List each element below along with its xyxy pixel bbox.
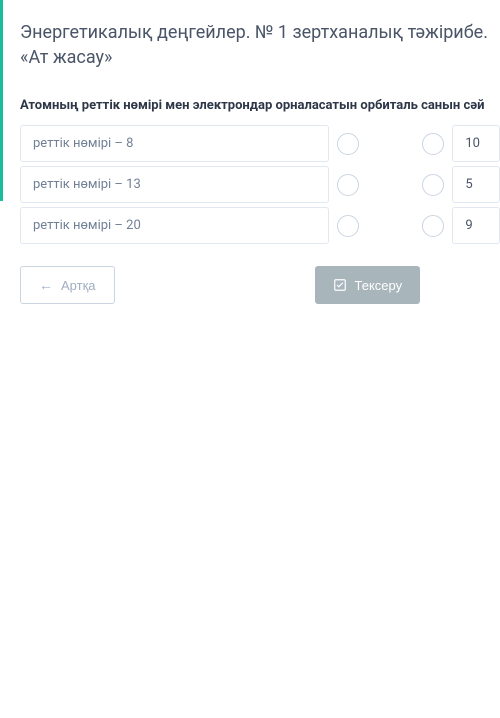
right-radio[interactable] [422,133,444,155]
left-option-box[interactable]: реттік нөмірі – 13 [20,166,329,203]
left-radio[interactable] [337,215,359,237]
left-radio[interactable] [337,133,359,155]
left-radio[interactable] [337,174,359,196]
page-title: Энергетикалық деңгейлер. № 1 зертханалық… [20,20,500,70]
check-icon [333,278,347,292]
question-title: Атомның реттік нөмірі мен электрондар ор… [20,98,500,113]
back-button-label: Артқа [61,278,96,293]
left-option-box[interactable]: реттік нөмірі – 20 [20,207,329,244]
check-button-label: Тексеру [355,278,403,293]
matching-row: реттік нөмірі – 13 5 [20,166,500,203]
matching-row: реттік нөмірі – 8 10 [20,125,500,162]
right-option-box[interactable]: 9 [452,207,500,244]
matching-rows: реттік нөмірі – 8 10 реттік нөмірі – 13 … [20,125,500,244]
right-option-box[interactable]: 5 [452,166,500,203]
arrow-left-icon: ← [39,277,53,293]
left-accent-bar [0,0,3,718]
right-radio[interactable] [422,174,444,196]
right-option-box[interactable]: 10 [452,125,500,162]
right-radio[interactable] [422,215,444,237]
matching-row: реттік нөмірі – 20 9 [20,207,500,244]
check-button[interactable]: Тексеру [315,266,421,304]
buttons-row: ← Артқа Тексеру [20,266,500,304]
left-option-box[interactable]: реттік нөмірі – 8 [20,125,329,162]
main-container: Энергетикалық деңгейлер. № 1 зертханалық… [0,0,500,304]
back-button[interactable]: ← Артқа [20,266,115,304]
